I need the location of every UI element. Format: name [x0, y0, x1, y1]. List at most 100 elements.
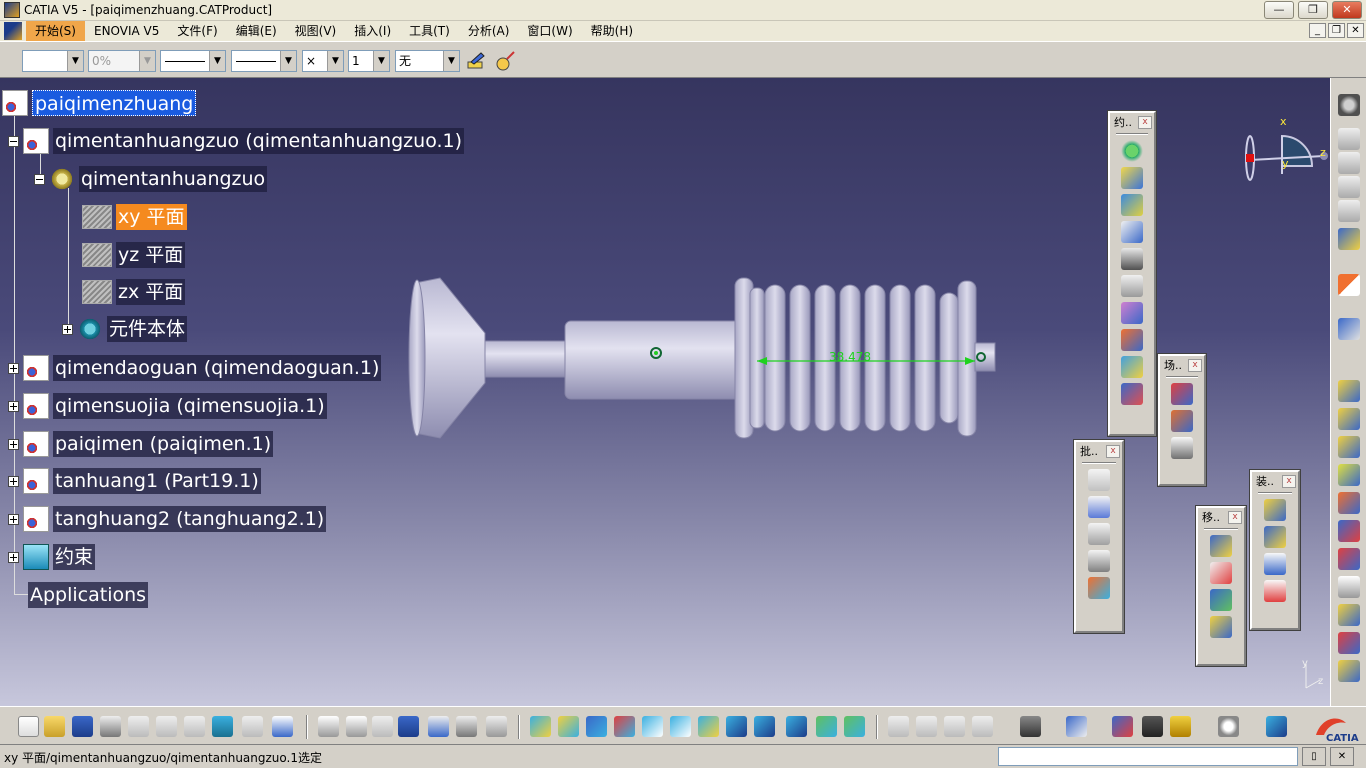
text-with-leader-icon[interactable]: [1088, 496, 1110, 518]
define-multi-instantiation-icon[interactable]: [916, 716, 937, 737]
constraints-toolbar[interactable]: 约.. x: [1107, 110, 1157, 437]
angle-constraint-icon[interactable]: [1121, 221, 1143, 243]
graphic-properties-icon[interactable]: [494, 50, 516, 72]
toolbar-close-button[interactable]: x: [1228, 510, 1242, 524]
new-product-icon[interactable]: [1264, 553, 1286, 575]
analysis-icon[interactable]: [1338, 548, 1360, 570]
minimize-button[interactable]: —: [1264, 1, 1294, 19]
tree-node-qimentanhuangzuo-part[interactable]: qimentanhuangzuo: [34, 165, 268, 193]
design-table-icon[interactable]: [372, 716, 393, 737]
command-input[interactable]: [998, 747, 1298, 766]
toolbar-title[interactable]: 批..: [1080, 443, 1098, 459]
zoom-in-icon[interactable]: [642, 716, 663, 737]
catalog-icon[interactable]: [1338, 128, 1360, 150]
fit-all-in-icon[interactable]: [558, 716, 579, 737]
annotation-set-icon[interactable]: [1088, 550, 1110, 572]
enhanced-scene-icon[interactable]: [1171, 383, 1193, 405]
fix-together-icon[interactable]: [1121, 275, 1143, 297]
3d-viewport[interactable]: paiqimenzhuang qimentanhuangzuo (qimenta…: [0, 78, 1330, 706]
collapse-icon[interactable]: [34, 173, 45, 185]
menu-insert[interactable]: 插入(I): [345, 21, 400, 41]
update-icon[interactable]: [1066, 716, 1087, 737]
isometric-view-icon[interactable]: [754, 716, 775, 737]
capture-icon[interactable]: [1020, 716, 1041, 737]
tree-node-part-body[interactable]: 元件本体: [62, 315, 188, 343]
expand-icon[interactable]: [8, 362, 19, 374]
lock-icon[interactable]: [456, 716, 477, 737]
create-multi-instantiation-icon[interactable]: [888, 716, 909, 737]
tree-root-label[interactable]: paiqimenzhuang: [32, 90, 197, 116]
distance-band-icon[interactable]: [1338, 436, 1360, 458]
doc-restore-button[interactable]: ❐: [1328, 23, 1345, 38]
tree-node-applications[interactable]: Applications: [28, 581, 149, 609]
menu-help[interactable]: 帮助(H): [582, 21, 642, 41]
reuse-pattern-icon[interactable]: [1121, 383, 1143, 405]
copy-icon[interactable]: [156, 716, 177, 737]
expand-icon[interactable]: [8, 438, 19, 450]
normal-view-icon[interactable]: [698, 716, 719, 737]
toolbar-title[interactable]: 移..: [1202, 509, 1220, 525]
cut-icon[interactable]: [128, 716, 149, 737]
bottle-icon[interactable]: [1170, 716, 1191, 737]
expand-icon[interactable]: [8, 400, 19, 412]
publication-icon[interactable]: [1338, 604, 1360, 626]
point-symbol-combo[interactable]: × ▼: [302, 50, 344, 72]
new-part-icon[interactable]: [1264, 580, 1286, 602]
erase-icon[interactable]: [1266, 716, 1287, 737]
expand-icon[interactable]: [62, 323, 73, 335]
toolbar-title[interactable]: 装..: [1256, 473, 1274, 489]
tree-root[interactable]: paiqimenzhuang: [2, 89, 197, 117]
toolbar-close-button[interactable]: x: [1106, 444, 1120, 458]
zoom-out-icon[interactable]: [670, 716, 691, 737]
device-icon[interactable]: [1142, 716, 1163, 737]
assembly-toolbar[interactable]: 装.. x: [1249, 469, 1301, 631]
paste-icon[interactable]: [184, 716, 205, 737]
tree-node-label[interactable]: 约束: [53, 544, 96, 570]
tree-node-tanhuang1[interactable]: tanhuang1 (Part19.1): [8, 467, 261, 495]
annotation-toolbar[interactable]: 批.. x: [1073, 439, 1125, 634]
expand-icon[interactable]: [8, 475, 19, 487]
undo-icon[interactable]: [212, 716, 233, 737]
contact-constraint-icon[interactable]: [1121, 167, 1143, 189]
maximize-button[interactable]: ❐: [1298, 1, 1328, 19]
menu-view[interactable]: 视图(V): [286, 21, 346, 41]
chevron-down-icon[interactable]: ▼: [280, 51, 296, 71]
chevron-down-icon[interactable]: ▼: [373, 51, 389, 71]
new-component-icon[interactable]: [1264, 526, 1286, 548]
table-icon[interactable]: [398, 716, 419, 737]
tree-node-xy-plane[interactable]: xy 平面: [82, 203, 187, 231]
status-button[interactable]: ▯: [1302, 747, 1326, 766]
product-tree-icon[interactable]: [428, 716, 449, 737]
change-constraint-icon[interactable]: [1121, 356, 1143, 378]
quick-constraint-icon[interactable]: [1121, 302, 1143, 324]
line-type-combo[interactable]: ▼: [231, 50, 297, 72]
snap-icon[interactable]: [1210, 562, 1232, 584]
pan-icon[interactable]: [586, 716, 607, 737]
flexible-rigid-icon[interactable]: [1121, 329, 1143, 351]
expand-icon[interactable]: [8, 551, 19, 563]
compass-handle[interactable]: [1246, 154, 1254, 162]
refresh-icon[interactable]: [1218, 716, 1239, 737]
annotated-view-icon[interactable]: [1338, 576, 1360, 598]
toolbar-close-button[interactable]: x: [1138, 115, 1152, 129]
tree-node-label[interactable]: tanhuang1 (Part19.1): [53, 468, 261, 494]
select-pointer-icon[interactable]: [1338, 274, 1360, 296]
move-toolbar[interactable]: 移.. x: [1195, 505, 1247, 667]
reuse-pattern-bottom-icon[interactable]: [944, 716, 965, 737]
tree-node-paiqimen[interactable]: paiqimen (paiqimen.1): [8, 430, 274, 458]
existing-component-icon[interactable]: [1264, 499, 1286, 521]
assembly-workbench-icon[interactable]: [1338, 94, 1360, 116]
scene-toolbar[interactable]: 场.. x: [1157, 353, 1207, 487]
doc-minimize-button[interactable]: _: [1309, 23, 1326, 38]
fly-mode-icon[interactable]: [530, 716, 551, 737]
menu-file[interactable]: 文件(F): [168, 21, 226, 41]
toolbar-close-button[interactable]: x: [1282, 474, 1296, 488]
tree-node-qimensuojia[interactable]: qimensuojia (qimensuojia.1): [8, 392, 327, 420]
measure-item-icon[interactable]: [1338, 492, 1360, 514]
view-annotation-icon[interactable]: [1088, 577, 1110, 599]
chevron-down-icon[interactable]: ▼: [327, 51, 343, 71]
fast-multi-instantiation-icon[interactable]: [972, 716, 993, 737]
measure-inertia-icon[interactable]: [1338, 520, 1360, 542]
rendering-combo[interactable]: 1 ▼: [348, 50, 390, 72]
chevron-down-icon[interactable]: ▼: [67, 51, 83, 71]
